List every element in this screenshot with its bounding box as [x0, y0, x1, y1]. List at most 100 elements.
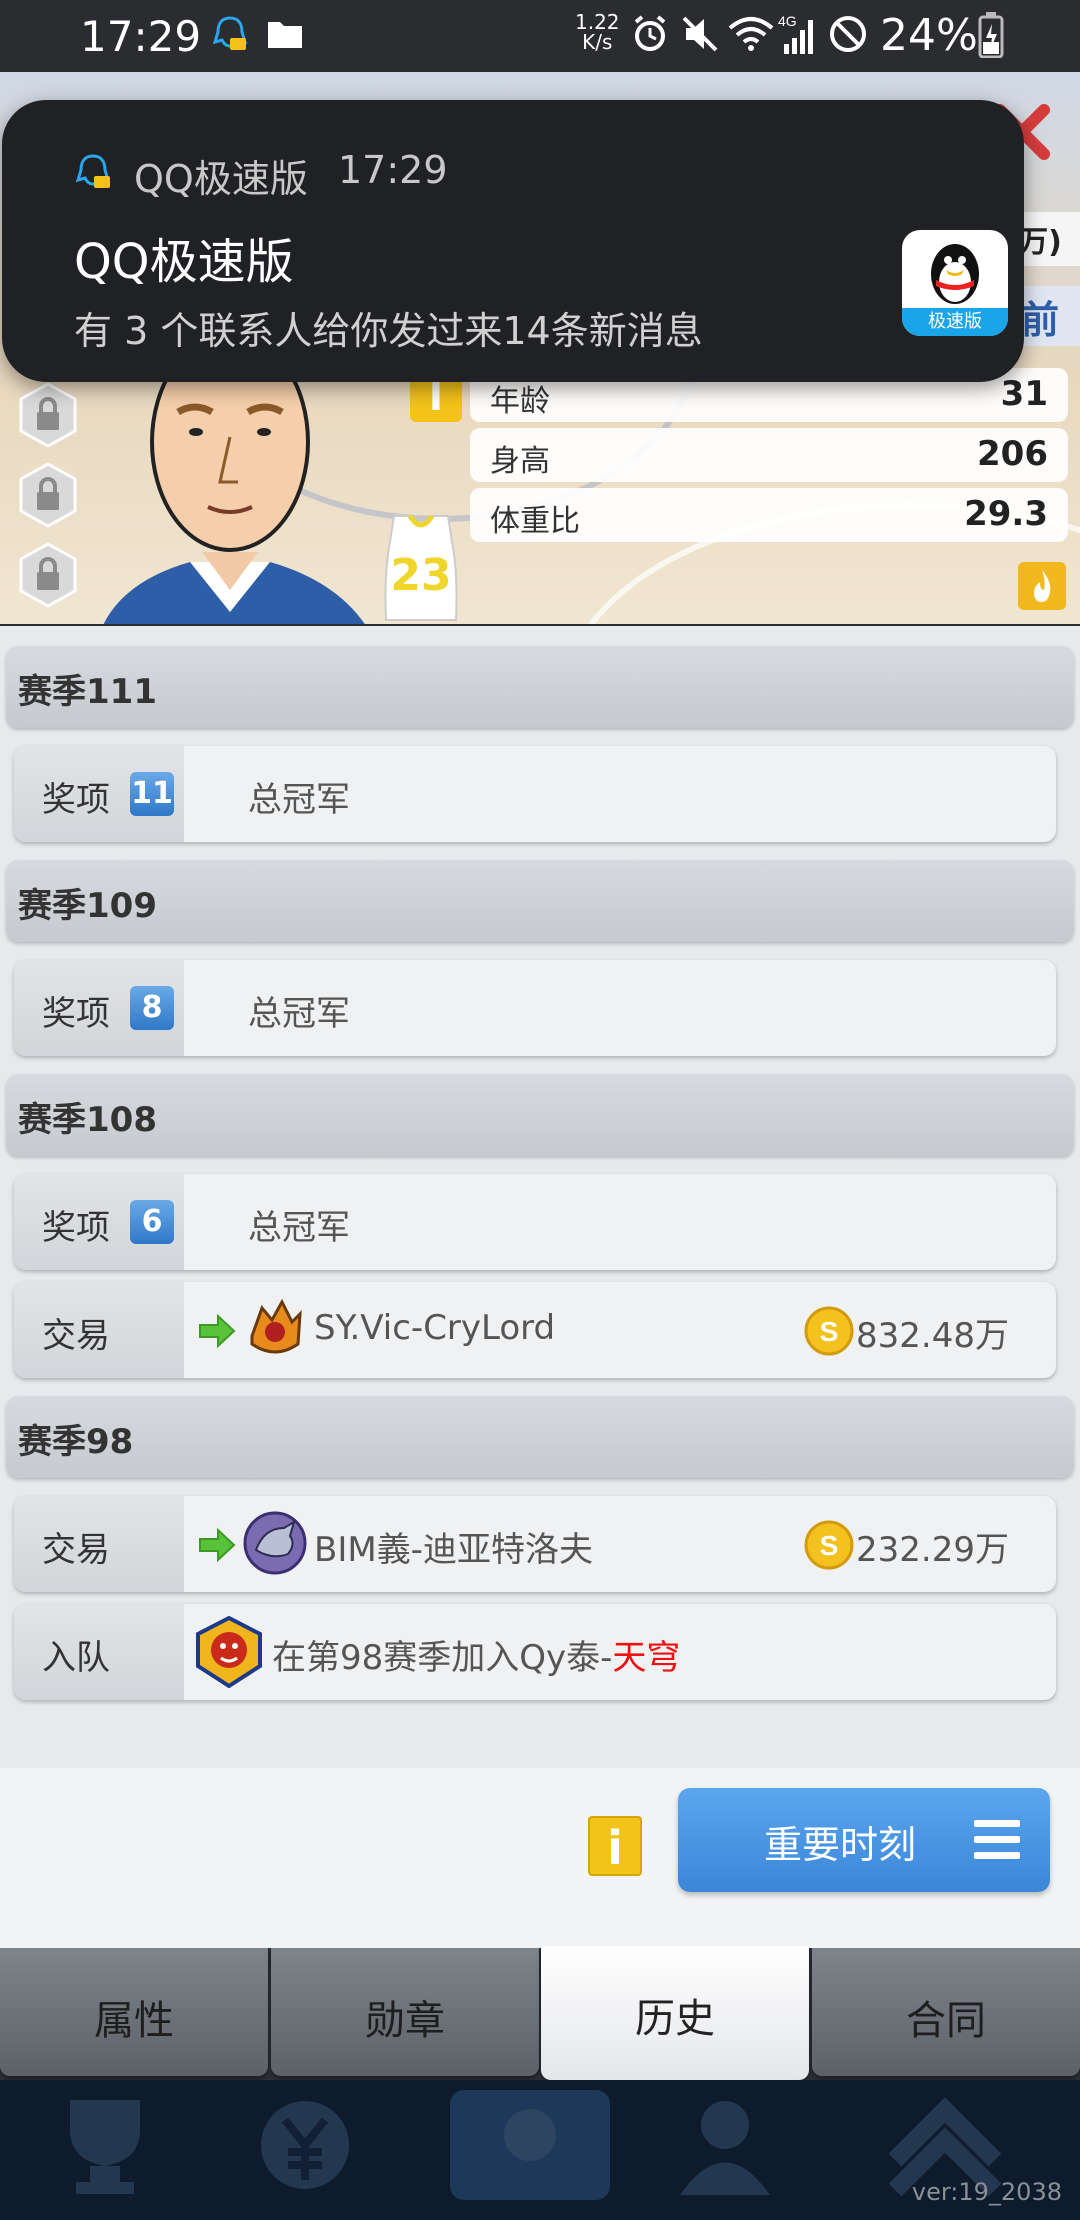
season-header: 赛季111 — [6, 646, 1074, 728]
season-title: 赛季111 — [18, 672, 157, 712]
entry-description: 总冠军 — [248, 994, 350, 1034]
action-bar: i 重要时刻 — [0, 1768, 1080, 1948]
signal-4g-icon: 4G — [778, 13, 813, 54]
stat-label: 体重比 — [490, 504, 580, 539]
history-entry-award[interactable]: 奖项 8 总冠军 — [14, 960, 1056, 1056]
do-not-disturb-icon — [830, 16, 866, 52]
stat-row-height: 身高 206 — [470, 428, 1068, 482]
tab-label: 属性 — [94, 1998, 174, 2044]
thumbnail-tag: 极速版 — [902, 308, 1008, 336]
qq-notification[interactable]: QQ极速版 17:29 QQ极速版 有 3 个联系人给你发过来14条新消息 极速… — [2, 100, 1024, 382]
folder-icon — [268, 22, 302, 48]
history-entry-trade[interactable]: 交易 BIM義-迪亚特洛夫 S 232.29万 — [14, 1496, 1056, 1592]
tab-label: 历史 — [635, 1996, 715, 2042]
notification-app-name: QQ极速版 — [134, 157, 308, 201]
tab-contract[interactable]: 合同 — [812, 1948, 1080, 2076]
svg-text:S: S — [820, 1316, 839, 1347]
entry-description: 总冠军 — [248, 1208, 350, 1248]
mute-icon — [682, 16, 718, 52]
status-time: 17:29 — [80, 12, 202, 61]
stat-value: 29.3 — [964, 494, 1048, 534]
stat-value: 31 — [1000, 374, 1048, 414]
arrow-right-icon — [199, 1527, 236, 1563]
notification-time: 17:29 — [338, 148, 448, 192]
entry-category: 奖项 — [42, 780, 110, 820]
battery-icon — [978, 12, 1004, 58]
lion-team-logo-icon — [196, 1616, 262, 1688]
version-label: ver:19_2038 — [911, 2178, 1062, 2206]
locked-slot-icon[interactable] — [18, 382, 78, 448]
season-header: 赛季109 — [6, 860, 1074, 942]
tab-attributes[interactable]: 属性 — [0, 1948, 268, 2076]
locked-slot-icon[interactable] — [18, 542, 78, 608]
trade-team-name: BIM義-迪亚特洛夫 — [314, 1530, 593, 1570]
season-header: 赛季108 — [6, 1074, 1074, 1156]
stat-value: 206 — [977, 434, 1048, 474]
entry-category: 奖项 — [42, 994, 110, 1034]
notification-title: QQ极速版 — [74, 234, 294, 290]
join-description: 在第98赛季加入Qy泰-天穹 — [272, 1630, 680, 1679]
stat-row-weight-ratio: 体重比 29.3 — [470, 488, 1068, 542]
wifi-icon — [728, 17, 774, 51]
history-list[interactable]: 赛季111 奖项 11 总冠军 赛季109 奖项 8 总冠军 赛季108 奖项 … — [0, 626, 1080, 1768]
jersey-number: 23 — [390, 550, 452, 601]
trade-team-name: SY.Vic-CryLord — [314, 1308, 556, 1348]
svg-text:S: S — [820, 1530, 839, 1561]
player-icon — [680, 2101, 770, 2195]
net-speed-unit: K/s — [582, 30, 613, 54]
alarm-icon — [634, 15, 666, 51]
trophy-icon — [70, 2100, 140, 2194]
join-text-prefix: 在第98赛季加入Qy泰- — [272, 1638, 613, 1678]
tab-label: 勋章 — [365, 1998, 445, 2044]
qq-app-icon — [75, 154, 111, 188]
season-title: 赛季109 — [18, 886, 157, 926]
menu-icon — [974, 1820, 1020, 1859]
coin-icon: S — [804, 1520, 854, 1570]
notification-body: 有 3 个联系人给你发过来14条新消息 — [74, 309, 703, 353]
important-moments-label: 重要时刻 — [764, 1823, 917, 1867]
join-team-highlight[interactable]: 天穹 — [612, 1638, 680, 1678]
tab-label: 合同 — [906, 1998, 986, 2044]
net-speed: 1.22 K/s — [575, 12, 620, 52]
info-button[interactable]: i — [588, 1816, 642, 1876]
trade-amount: 232.29万 — [856, 1530, 1009, 1570]
season-header: 赛季98 — [6, 1396, 1074, 1478]
season-title: 赛季108 — [18, 1100, 157, 1140]
locked-slot-icon[interactable] — [18, 462, 78, 528]
history-entry-trade[interactable]: 交易 SY.Vic-CryLord S 832.48万 — [14, 1282, 1056, 1378]
entry-category: 奖项 — [42, 1208, 110, 1248]
arrow-right-icon — [199, 1313, 236, 1349]
award-count-badge: 11 — [130, 772, 174, 816]
history-entry-award[interactable]: 奖项 6 总冠军 — [14, 1174, 1056, 1270]
team-icon — [450, 2090, 610, 2200]
svg-text:4G: 4G — [778, 13, 797, 29]
entry-category: 交易 — [42, 1316, 110, 1356]
fire-icon[interactable] — [1018, 562, 1066, 610]
qq-notify-icon — [212, 16, 248, 50]
history-entry-join[interactable]: 入队 在第98赛季加入Qy泰-天穹 — [14, 1604, 1056, 1700]
season-title: 赛季98 — [18, 1422, 134, 1462]
battery-percent: 24% — [880, 10, 978, 61]
award-count-badge: 6 — [130, 1200, 174, 1244]
stat-label: 年龄 — [490, 384, 550, 419]
penguin-icon — [931, 244, 979, 304]
tab-badges[interactable]: 勋章 — [271, 1948, 539, 2076]
entry-category: 交易 — [42, 1530, 110, 1570]
tab-bar: 属性 勋章 历史 合同 — [0, 1946, 1080, 2080]
award-count-badge: 8 — [130, 986, 174, 1030]
trade-amount: 832.48万 — [856, 1316, 1009, 1356]
net-speed-value: 1.22 — [575, 10, 620, 34]
entry-description: 总冠军 — [248, 780, 350, 820]
currency-icon — [261, 2101, 349, 2189]
entry-category: 入队 — [42, 1638, 110, 1678]
coin-icon: S — [804, 1306, 854, 1356]
team-logo-icon — [250, 1298, 302, 1354]
stat-label: 身高 — [490, 444, 550, 479]
status-bar: 17:29 1.22 K/s 4G 24% — [0, 0, 1080, 72]
team-logo-icon — [243, 1511, 307, 1575]
qq-penguin-thumbnail: 极速版 — [902, 230, 1008, 336]
bottom-nav: ver:19_2038 — [0, 2080, 1080, 2220]
history-entry-award[interactable]: 奖项 11 总冠军 — [14, 746, 1056, 842]
important-moments-button[interactable]: 重要时刻 — [678, 1788, 1050, 1892]
tab-history[interactable]: 历史 — [541, 1946, 809, 2080]
